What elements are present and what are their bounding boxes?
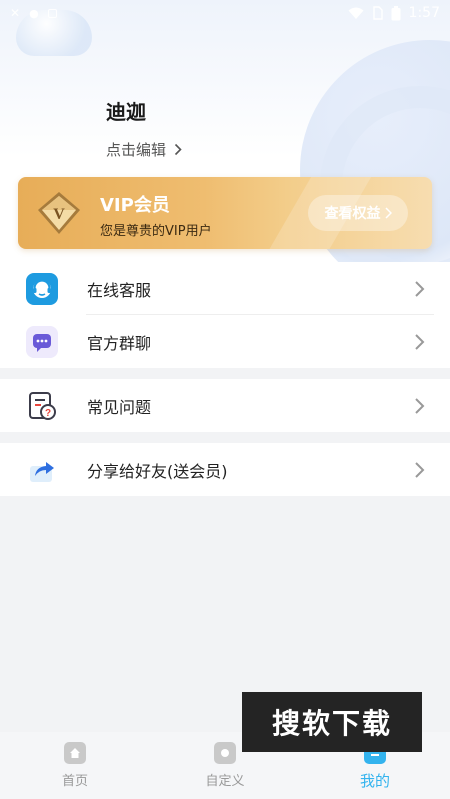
edit-profile-label: 点击编辑 [106, 141, 167, 159]
menu-group-help: ? 常见问题 [0, 379, 450, 432]
home-icon [64, 742, 86, 764]
chat-bubble-icon [26, 325, 58, 358]
edit-profile-link[interactable]: 点击编辑 [106, 139, 182, 160]
watermark-logo: 搜软下载 [242, 692, 422, 752]
tab-home[interactable]: 首页 [0, 732, 150, 799]
notification-image-icon [47, 8, 57, 18]
menu-item-label: 在线客服 [87, 280, 152, 300]
menu-item-label: 常见问题 [87, 397, 152, 417]
menu-item-share-with-friends[interactable]: 分享给好友(送会员) [0, 443, 450, 496]
headset-icon [26, 272, 58, 305]
menu-item-online-support[interactable]: 在线客服 [0, 262, 450, 315]
menu-item-official-group-chat[interactable]: 官方群聊 [0, 315, 450, 368]
sim-icon [372, 6, 383, 20]
tab-label: 首页 [61, 774, 88, 789]
vip-diamond-badge-icon: V [38, 192, 80, 234]
tab-label: 我的 [359, 772, 390, 790]
profile-section: 迪迦 点击编辑 [106, 96, 182, 160]
menu-item-label: 分享给好友(送会员) [87, 461, 228, 481]
chevron-right-icon [415, 397, 425, 414]
menu-group-share: 分享给好友(送会员) [0, 443, 450, 496]
svg-text:V: V [53, 206, 65, 223]
chevron-right-icon [415, 333, 425, 350]
chevron-right-icon [415, 280, 425, 297]
chevron-right-icon [415, 461, 425, 478]
share-icon [26, 454, 58, 486]
custom-icon [214, 742, 236, 764]
faq-document-icon: ? [26, 390, 58, 422]
vip-title: VIP会员 [100, 195, 170, 216]
view-benefits-button[interactable]: 查看权益 [308, 195, 408, 231]
user-name: 迪迦 [106, 100, 146, 124]
menu-group-contact: 在线客服 官方群聊 [0, 262, 450, 368]
svg-text:?: ? [45, 408, 51, 419]
notification-app-icon: ● [29, 6, 39, 20]
menu-item-label: 官方群聊 [87, 333, 152, 353]
notification-x-icon: ✕ [10, 6, 21, 20]
view-benefits-label: 查看权益 [324, 206, 381, 222]
vip-card[interactable]: V VIP会员 您是尊贵的VIP用户 查看权益 [18, 177, 432, 249]
status-time: 1:57 [408, 5, 440, 21]
chevron-right-icon [174, 143, 182, 156]
wifi-icon [348, 7, 364, 19]
status-bar: ✕ ● 1:57 [0, 0, 450, 26]
menu-item-faq[interactable]: ? 常见问题 [0, 379, 450, 432]
vip-subtitle: 您是尊贵的VIP用户 [100, 224, 212, 239]
chevron-right-icon [384, 207, 392, 219]
tab-label: 自定义 [205, 774, 245, 789]
battery-icon [391, 5, 401, 20]
